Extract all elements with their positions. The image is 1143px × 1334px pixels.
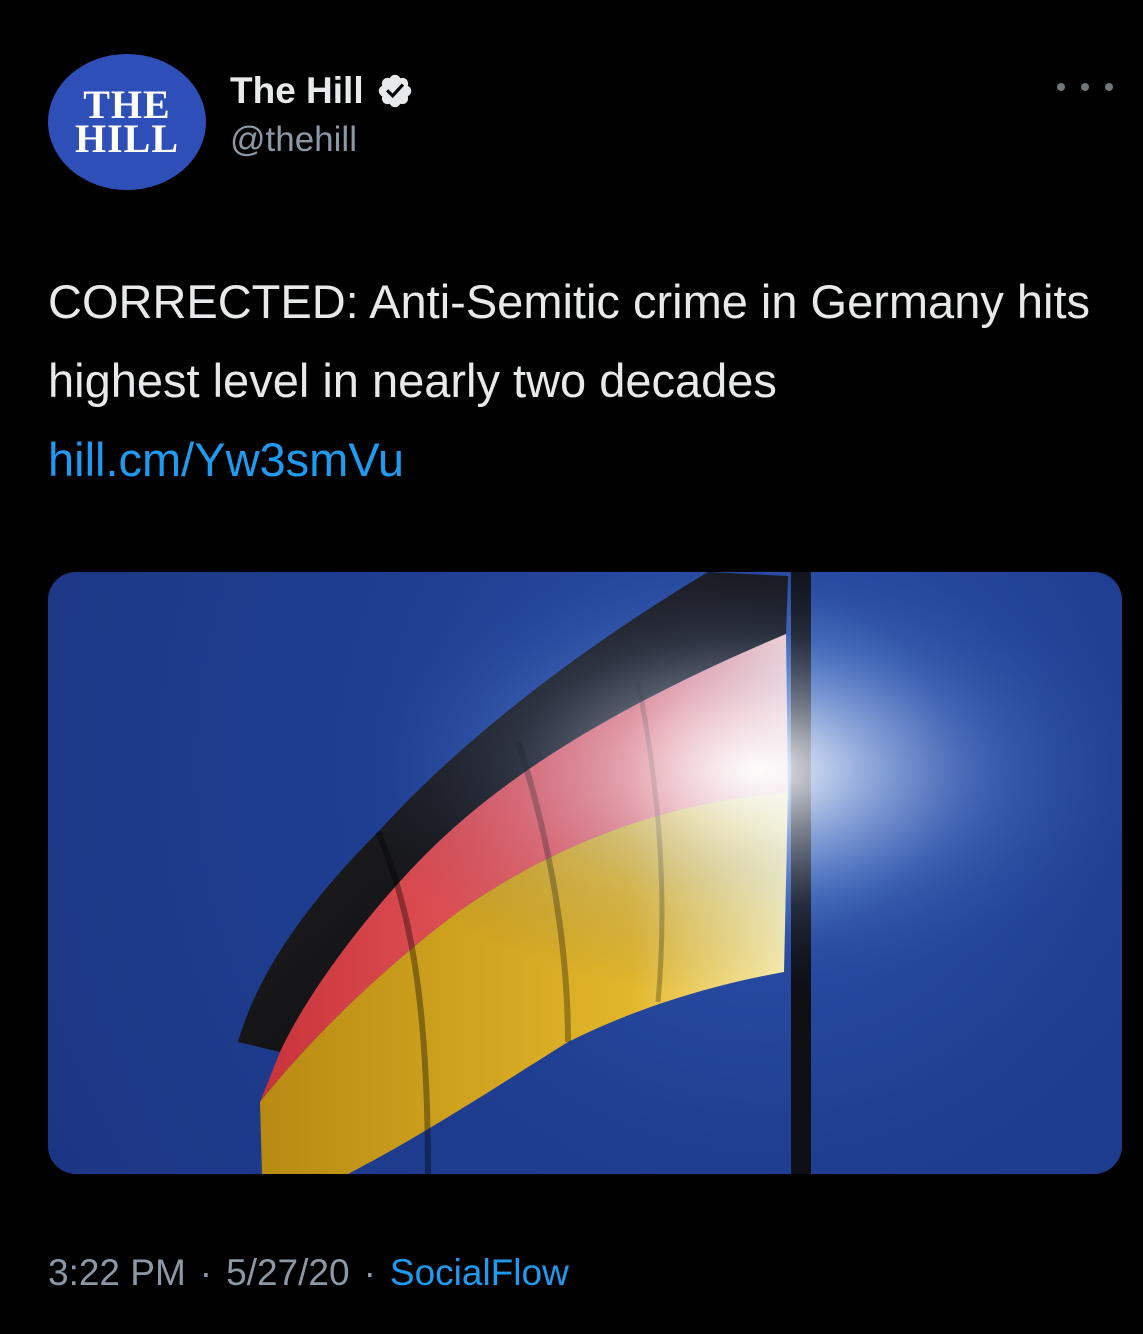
german-flag-photo [48, 572, 1122, 1174]
tweet-link[interactable]: hill.cm/Yw3smVu [48, 433, 404, 486]
name-row: The Hill [230, 66, 414, 116]
more-dot [1057, 83, 1065, 91]
account-handle[interactable]: @thehill [230, 120, 357, 160]
tweet-body: CORRECTED: Anti-Semitic crime in Germany… [48, 275, 1091, 407]
tweet-text: CORRECTED: Anti-Semitic crime in Germany… [48, 262, 1108, 499]
meta-separator: · [199, 1252, 213, 1293]
meta-separator: · [363, 1252, 376, 1293]
avatar-text-hill: HILL [74, 116, 180, 161]
more-dot [1081, 83, 1089, 91]
verified-badge-icon [376, 72, 414, 110]
avatar[interactable]: THE HILL [48, 54, 206, 190]
display-name[interactable]: The Hill [230, 70, 364, 112]
more-options-icon[interactable] [1057, 72, 1113, 102]
tweet-media-image[interactable] [48, 572, 1122, 1174]
tweet: THE HILL The Hill @thehill CORRECTED: An… [0, 0, 1143, 1334]
sunlight-glow [48, 572, 1122, 1174]
tweet-date[interactable]: 5/27/20 [226, 1252, 349, 1294]
more-dot [1105, 83, 1113, 91]
tweet-source[interactable]: SocialFlow [390, 1252, 569, 1294]
tweet-time[interactable]: 3:22 PM [48, 1252, 186, 1294]
tweet-meta: 3:22 PM · 5/27/20 · SocialFlow [48, 1252, 569, 1294]
